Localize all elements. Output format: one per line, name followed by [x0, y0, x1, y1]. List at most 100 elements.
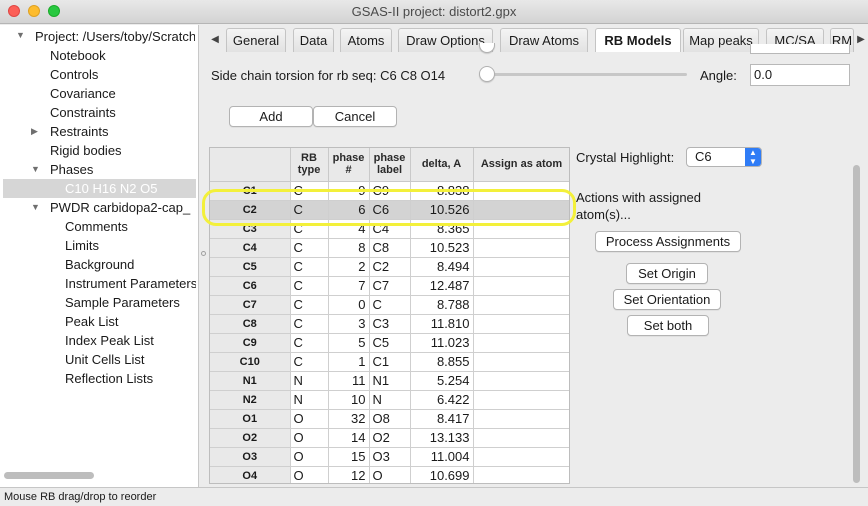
previous-angle-field[interactable]	[750, 44, 850, 54]
tree-item-background[interactable]: Background	[65, 255, 134, 274]
table-row[interactable]: N2 N 10 N 6.422	[210, 390, 569, 410]
cell-rb-type[interactable]: C	[290, 257, 329, 277]
cell-rb-type[interactable]: C	[290, 219, 329, 239]
cell-delta[interactable]: 8.855	[410, 352, 474, 372]
cell-phase-number[interactable]: 6	[328, 200, 370, 220]
table-row[interactable]: C6 C 7 C7 12.487	[210, 276, 569, 296]
cell-assign-as-atom[interactable]	[473, 333, 569, 353]
cell-phase-number[interactable]: 2	[328, 257, 370, 277]
tree-item-notebook[interactable]: Notebook	[50, 46, 106, 65]
cell-delta[interactable]: 11.004	[410, 447, 474, 467]
table-row[interactable]: C1 C 9 C9 8.838	[210, 181, 569, 201]
header-phase-label[interactable]: phase label	[369, 148, 411, 182]
cell-delta[interactable]: 8.494	[410, 257, 474, 277]
expand-arrow-icon[interactable]: ▼	[16, 30, 25, 40]
row-label[interactable]: C1	[210, 181, 291, 201]
add-button[interactable]: Add	[229, 106, 313, 127]
cell-assign-as-atom[interactable]	[473, 276, 569, 296]
header-rb-type[interactable]: RB type	[290, 148, 329, 182]
select-chevrons-icon[interactable]: ▲ ▼	[745, 148, 761, 166]
tree-item-sample-parameters[interactable]: Sample Parameters	[65, 293, 180, 312]
cell-phase-number[interactable]: 11	[328, 371, 370, 391]
cell-phase-number[interactable]: 5	[328, 333, 370, 353]
tree-item-reflection-lists[interactable]: Reflection Lists	[65, 369, 153, 388]
collapse-arrow-icon[interactable]: ▶	[31, 126, 38, 137]
table-row[interactable]: C8 C 3 C3 11.810	[210, 314, 569, 334]
cell-delta[interactable]: 8.365	[410, 219, 474, 239]
cell-assign-as-atom[interactable]	[473, 409, 569, 429]
tree-item-pwdr[interactable]: PWDR carbidopa2-cap_	[50, 198, 196, 217]
tree-horizontal-scrollbar[interactable]	[4, 472, 94, 479]
cell-rb-type[interactable]: C	[290, 333, 329, 353]
tree-item-phase-c10h16n2o5[interactable]: C10 H16 N2 O5	[3, 179, 196, 198]
row-label[interactable]: C6	[210, 276, 291, 296]
rb-assignment-grid[interactable]: RB type phase # phase label delta, A Ass…	[209, 147, 570, 484]
cell-delta[interactable]: 12.487	[410, 276, 474, 296]
row-label[interactable]: C8	[210, 314, 291, 334]
cell-phase-label[interactable]: O8	[369, 409, 411, 429]
row-label[interactable]: N1	[210, 371, 291, 391]
tab-rb-models[interactable]: RB Models	[595, 28, 681, 52]
process-assignments-button[interactable]: Process Assignments	[595, 231, 741, 252]
torsion-slider-track[interactable]	[487, 73, 687, 76]
tree-item-peak-list[interactable]: Peak List	[65, 312, 118, 331]
tree-item-constraints[interactable]: Constraints	[50, 103, 116, 122]
cell-phase-number[interactable]: 4	[328, 219, 370, 239]
table-row[interactable]: O2 O 14 O2 13.133	[210, 428, 569, 448]
row-label[interactable]: C5	[210, 257, 291, 277]
cell-delta[interactable]: 8.838	[410, 181, 474, 201]
cell-delta[interactable]: 13.133	[410, 428, 474, 448]
row-label[interactable]: C2	[210, 200, 291, 220]
cell-phase-label[interactable]: C5	[369, 333, 411, 353]
tree-item-index-peak-list[interactable]: Index Peak List	[65, 331, 154, 350]
tab-data[interactable]: Data	[293, 28, 334, 52]
cell-assign-as-atom[interactable]	[473, 200, 569, 220]
angle-input[interactable]: 0.0	[750, 64, 850, 86]
tree-item-phases[interactable]: Phases	[50, 160, 93, 179]
cell-assign-as-atom[interactable]	[473, 428, 569, 448]
cell-delta[interactable]: 5.254	[410, 371, 474, 391]
cell-assign-as-atom[interactable]	[473, 352, 569, 372]
cell-phase-label[interactable]: C3	[369, 314, 411, 334]
table-row[interactable]: O3 O 15 O3 11.004	[210, 447, 569, 467]
cell-rb-type[interactable]: O	[290, 428, 329, 448]
row-label[interactable]: C7	[210, 295, 291, 315]
cell-rb-type[interactable]: N	[290, 371, 329, 391]
cell-rb-type[interactable]: C	[290, 181, 329, 201]
cell-rb-type[interactable]: C	[290, 352, 329, 372]
tab-atoms[interactable]: Atoms	[340, 28, 392, 52]
cell-assign-as-atom[interactable]	[473, 219, 569, 239]
cell-rb-type[interactable]: N	[290, 390, 329, 410]
cell-phase-number[interactable]: 1	[328, 352, 370, 372]
cell-rb-type[interactable]: C	[290, 295, 329, 315]
tree-item-rigid-bodies[interactable]: Rigid bodies	[50, 141, 122, 160]
table-row[interactable]: O1 O 32 O8 8.417	[210, 409, 569, 429]
table-row[interactable]: N1 N 11 N1 5.254	[210, 371, 569, 391]
cell-delta[interactable]: 11.023	[410, 333, 474, 353]
cancel-button[interactable]: Cancel	[313, 106, 397, 127]
cell-rb-type[interactable]: O	[290, 447, 329, 467]
header-delta[interactable]: delta, A	[410, 148, 474, 182]
cell-phase-number[interactable]: 32	[328, 409, 370, 429]
expand-arrow-icon[interactable]: ▼	[31, 164, 40, 174]
cell-phase-number[interactable]: 3	[328, 314, 370, 334]
cell-assign-as-atom[interactable]	[473, 371, 569, 391]
table-row[interactable]: C4 C 8 C8 10.523	[210, 238, 569, 258]
close-window-button[interactable]	[8, 5, 20, 17]
tab-map-peaks[interactable]: Map peaks	[683, 28, 759, 52]
cell-phase-label[interactable]: C6	[369, 200, 411, 220]
maximize-window-button[interactable]	[48, 5, 60, 17]
cell-phase-number[interactable]: 8	[328, 238, 370, 258]
table-row[interactable]: C2 C 6 C6 10.526	[210, 200, 569, 220]
cell-rb-type[interactable]: C	[290, 314, 329, 334]
panel-vertical-scrollbar[interactable]	[853, 165, 860, 483]
cell-rb-type[interactable]: O	[290, 466, 329, 483]
cell-phase-label[interactable]: N1	[369, 371, 411, 391]
cell-phase-number[interactable]: 7	[328, 276, 370, 296]
table-row[interactable]: O4 O 12 O 10.699	[210, 466, 569, 483]
cell-rb-type[interactable]: O	[290, 409, 329, 429]
tab-scroll-left-icon[interactable]: ◀	[208, 28, 222, 52]
cell-phase-number[interactable]: 9	[328, 181, 370, 201]
row-label[interactable]: O4	[210, 466, 291, 483]
minimize-window-button[interactable]	[28, 5, 40, 17]
